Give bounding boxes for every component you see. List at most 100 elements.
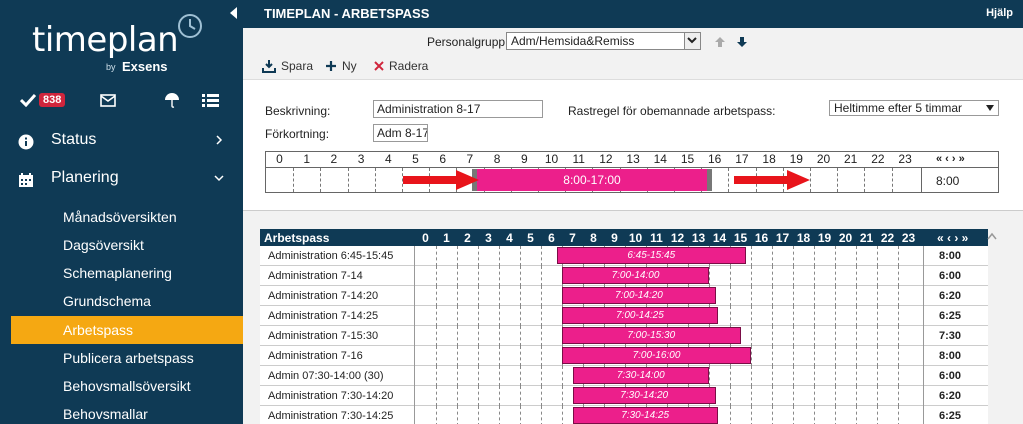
table-gridline <box>898 306 899 326</box>
nav-item-schemaplanering[interactable]: Schemaplanering <box>11 259 243 287</box>
table-gridline <box>835 266 836 286</box>
table-gridline <box>499 266 500 286</box>
table-gridline <box>751 346 752 366</box>
table-row[interactable]: Admin 07:30-14:00 (30) 7:30-14:00 6:00 <box>260 366 988 386</box>
new-button[interactable]: Ny <box>325 59 357 73</box>
tasks-button[interactable]: 838 <box>20 90 66 110</box>
table-row[interactable]: Administration 7:30-14:20 7:30-14:20 6:20 <box>260 386 988 406</box>
timeline-track[interactable]: 8:00-17:00 8:00 <box>265 167 999 193</box>
nav-item-arbetspass[interactable]: Arbetspass <box>11 316 243 344</box>
timeline-total-divider <box>921 168 922 192</box>
personalgrupp-value: Adm/Hemsida&Remiss <box>511 34 635 48</box>
timeline-hour-0: 0 <box>276 152 283 166</box>
delete-button[interactable]: Radera <box>374 59 428 73</box>
table-gridline <box>835 246 836 266</box>
nav-item-behovsmallsoversikt[interactable]: Behovsmallsöversikt <box>11 372 243 400</box>
table-gridline <box>478 286 479 306</box>
timeplan-logo[interactable]: timeplan by Exsens <box>32 12 212 74</box>
abbreviation-input[interactable]: Adm 8-17 <box>373 124 428 142</box>
scrollbar[interactable] <box>985 230 999 424</box>
table-gridline <box>835 346 836 366</box>
table-gridline <box>814 346 815 366</box>
timeline-hour-15: 15 <box>680 152 695 166</box>
table-gridline <box>436 286 437 306</box>
messages-button[interactable] <box>100 90 116 110</box>
table-gridline <box>877 406 878 424</box>
absence-button[interactable] <box>164 90 180 110</box>
timeline-hour-5: 5 <box>412 152 419 166</box>
nav-item-publicera-arbetspass[interactable]: Publicera arbetspass <box>11 344 243 372</box>
table-gridline <box>772 286 773 306</box>
nav-item-dagsoversikt[interactable]: Dagsöversikt <box>11 231 243 259</box>
timeline-gridline <box>293 168 295 192</box>
table-row[interactable]: Administration 7:30-14:25 7:30-14:25 6:25 <box>260 406 988 424</box>
arrow-up-icon[interactable] <box>714 36 726 48</box>
timeline-hour-22: 22 <box>871 152 885 166</box>
shift-bar[interactable]: 6:45-15:45 <box>556 247 746 264</box>
timeline-hour-19: 19 <box>789 152 803 166</box>
shift-bar[interactable]: 7:30-14:25 <box>572 407 718 424</box>
nav-group-planering[interactable]: Planering <box>0 161 243 197</box>
table-gridline <box>793 406 794 424</box>
help-link[interactable]: Hjälp <box>986 7 1013 19</box>
table-row[interactable]: Administration 7-14:25 7:00-14:25 6:25 <box>260 306 988 326</box>
table-gridline <box>457 286 458 306</box>
table-gridline <box>835 326 836 346</box>
table-row[interactable]: Administration 7-15:30 7:00-15:30 7:30 <box>260 326 988 346</box>
table-row[interactable]: Administration 6:45-15:45 6:45-15:45 8:00 <box>260 246 988 266</box>
table-gridline <box>499 386 500 406</box>
shift-bar[interactable]: 7:30-14:20 <box>572 387 716 404</box>
shift-bar[interactable]: 7:00-14:00 <box>562 267 709 284</box>
nav-group-status[interactable]: Status <box>0 123 243 159</box>
timeline-gridline <box>347 168 349 192</box>
table-gridline <box>541 346 542 366</box>
nav-item-behovsmallar[interactable]: Behovsmallar <box>11 400 243 424</box>
timeline-hour-10: 10 <box>544 152 559 166</box>
table-row[interactable]: Administration 7-14:20 7:00-14:20 6:20 <box>260 286 988 306</box>
table-gridline <box>814 246 815 266</box>
table-gridline <box>856 326 857 346</box>
shift-bar[interactable]: 7:00-14:25 <box>562 307 718 324</box>
table-hour-3: 3 <box>485 231 492 245</box>
table-gridline <box>562 386 563 406</box>
rest-rule-select[interactable]: Heltimme efter 5 timmar <box>829 100 999 116</box>
table-gridline <box>499 306 500 326</box>
arrow-down-icon[interactable] <box>736 36 748 48</box>
shift-bar[interactable]: 7:30-14:00 <box>572 367 709 384</box>
table-gridline <box>730 306 731 326</box>
table-gridline <box>436 266 437 286</box>
table-gridline <box>541 266 542 286</box>
table-gridline <box>898 366 899 386</box>
save-button[interactable]: Spara <box>262 59 313 73</box>
table-gridline <box>520 246 521 266</box>
table-gridline <box>520 286 521 306</box>
table-hour-1: 1 <box>443 231 450 245</box>
shift-bar[interactable]: 7:00-16:00 <box>562 347 751 364</box>
table-gridline <box>856 406 857 424</box>
table-gridline <box>793 286 794 306</box>
table-gridline <box>898 326 899 346</box>
shift-name: Administration 7-14:25 <box>260 306 415 326</box>
table-nav-arrows[interactable]: « ‹ › » <box>937 231 968 245</box>
collapse-sidebar-icon[interactable] <box>230 7 237 19</box>
table-hour-9: 9 <box>611 231 618 245</box>
table-gridline <box>499 326 500 346</box>
table-row[interactable]: Administration 7-16 7:00-16:00 8:00 <box>260 346 988 366</box>
table-gridline <box>898 406 899 424</box>
table-hour-4: 4 <box>506 231 513 245</box>
table-gridline <box>520 386 521 406</box>
description-input[interactable]: Administration 8-17 <box>373 100 543 118</box>
nav-item-manadsoversikten[interactable]: Månadsöversikten <box>11 203 243 231</box>
timeline-nav-arrows[interactable]: « ‹ › » <box>936 153 965 165</box>
table-gridline <box>478 386 479 406</box>
table-row[interactable]: Administration 7-14 7:00-14:00 6:00 <box>260 266 988 286</box>
personalgrupp-select[interactable]: Adm/Hemsida&Remiss <box>506 32 701 50</box>
list-button[interactable] <box>202 90 219 110</box>
shift-bar[interactable]: 8:00-17:00 <box>471 169 713 191</box>
table-gridline <box>772 246 773 266</box>
shift-bar[interactable]: 7:00-14:20 <box>562 287 716 304</box>
task-count-badge: 838 <box>39 93 66 107</box>
shift-bar[interactable]: 7:00-15:30 <box>562 327 741 344</box>
table-hour-11: 11 <box>650 231 663 245</box>
nav-item-grundschema[interactable]: Grundschema <box>11 287 243 315</box>
